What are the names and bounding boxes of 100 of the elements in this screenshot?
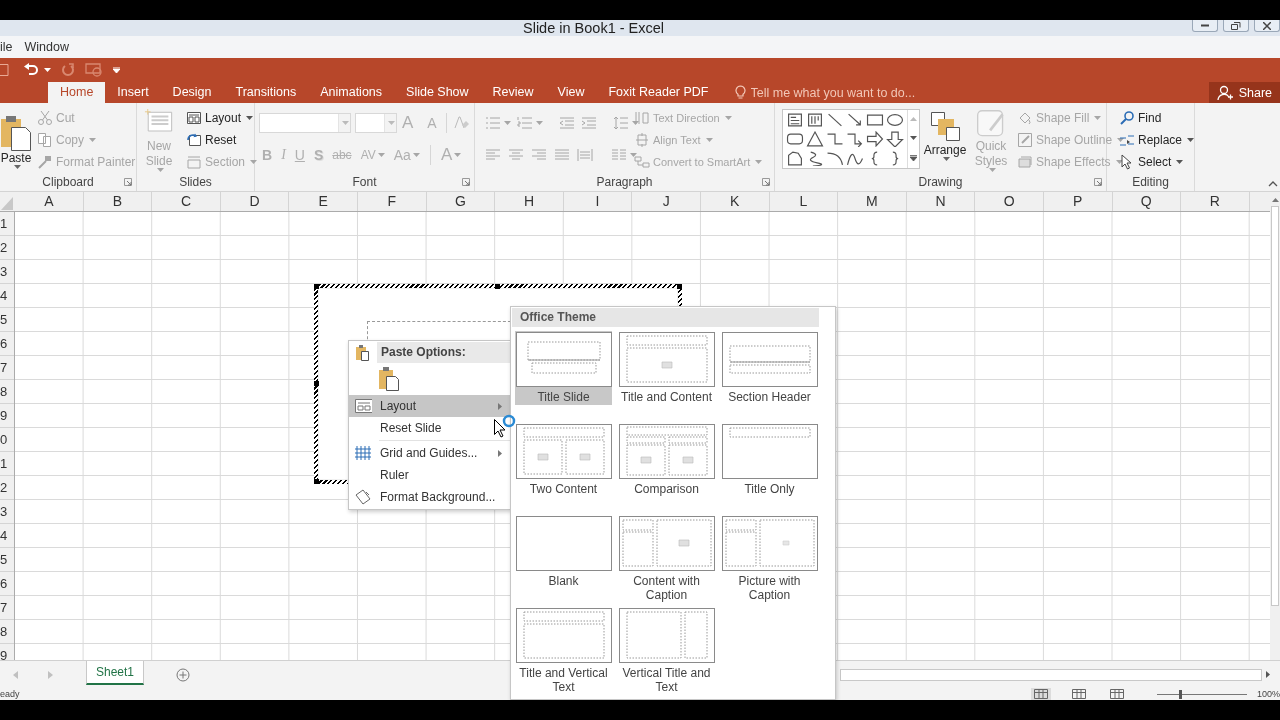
tell-me-field[interactable]: Tell me what you want to do... <box>750 85 951 100</box>
ribbon-tab[interactable]: Foxit Reader PDF <box>596 82 721 103</box>
layout-option[interactable]: Title and Content <box>618 331 715 417</box>
row-header[interactable]: 5 <box>0 308 14 332</box>
sheet-tab[interactable]: Sheet1 <box>86 661 144 685</box>
select-button[interactable]: Select <box>1117 151 1197 173</box>
copy-icon <box>37 132 53 148</box>
row-header[interactable]: 3 <box>0 260 14 284</box>
ribbon-tab[interactable]: Review <box>480 82 546 103</box>
row-header[interactable]: 3 <box>0 500 14 524</box>
column-header[interactable]: M <box>838 192 907 211</box>
column-header[interactable]: O <box>975 192 1044 211</box>
column-header[interactable]: B <box>83 192 153 211</box>
layout-option[interactable]: Comparison <box>618 423 715 509</box>
resize-handle[interactable] <box>677 284 682 289</box>
column-header[interactable]: H <box>495 192 564 211</box>
row-header[interactable]: 1 <box>0 212 14 236</box>
column-header[interactable]: P <box>1043 192 1113 211</box>
column-header[interactable]: G <box>426 192 496 211</box>
minimize-button[interactable] <box>1192 20 1218 32</box>
column-header[interactable]: C <box>152 192 221 211</box>
ribbon-tab[interactable]: Slide Show <box>394 82 481 103</box>
reset-icon <box>186 132 202 148</box>
share-button[interactable]: Share <box>1208 82 1280 103</box>
resize-handle[interactable] <box>314 284 319 289</box>
start-slideshow-button[interactable] <box>83 60 105 80</box>
caret-icon <box>113 67 120 73</box>
font-size-field[interactable] <box>355 113 397 133</box>
ribbon-tab[interactable]: Animations <box>308 82 395 103</box>
paintbrush-icon <box>37 154 53 170</box>
resize-handle[interactable] <box>314 381 319 386</box>
oval-icon <box>886 112 904 128</box>
restore-button[interactable] <box>1223 20 1249 32</box>
row-header[interactable]: 0 <box>0 428 14 452</box>
paste-button[interactable]: Paste <box>0 107 32 174</box>
paste-option-button[interactable] <box>377 365 401 393</box>
layout-option[interactable]: Title and Vertical Text <box>515 607 612 693</box>
column-header[interactable]: I <box>563 192 633 211</box>
layout-button[interactable]: Layout <box>184 107 260 129</box>
row-header[interactable]: 4 <box>0 524 14 548</box>
column-header[interactable]: E <box>289 192 358 211</box>
menu-item[interactable]: Format Background... <box>349 486 510 508</box>
ribbon-tab[interactable]: View <box>545 82 597 103</box>
horizontal-scrollbar[interactable] <box>840 668 1270 681</box>
column-header[interactable]: K <box>700 192 770 211</box>
row-header[interactable]: 7 <box>0 356 14 380</box>
layout-option[interactable]: Title Only <box>721 423 818 509</box>
menu-item[interactable]: Ruler <box>349 464 510 486</box>
normal-view-button[interactable] <box>1030 688 1051 700</box>
status-text: eady <box>0 688 20 700</box>
layout-option[interactable]: Vertical Title and Text <box>618 607 715 693</box>
layout-option[interactable]: Title Slide <box>515 331 612 405</box>
menu-item[interactable]: Reset Slide <box>349 417 510 439</box>
column-header[interactable]: D <box>220 192 290 211</box>
resize-handle[interactable] <box>314 479 319 484</box>
close-button[interactable] <box>1254 20 1280 32</box>
row-header[interactable]: 9 <box>0 404 14 428</box>
column-header[interactable]: A <box>15 192 84 211</box>
row-header[interactable]: 8 <box>0 620 14 644</box>
close-icon <box>1263 21 1271 30</box>
ribbon-tab[interactable]: Insert <box>105 82 161 103</box>
layout-option[interactable]: Blank <box>515 515 612 601</box>
row-header[interactable]: 4 <box>0 284 14 308</box>
font-name-field[interactable] <box>259 113 351 133</box>
menu-item[interactable]: Grid and Guides... <box>349 442 510 464</box>
row-header[interactable]: 6 <box>0 572 14 596</box>
menu-item[interactable]: ile <box>0 40 13 54</box>
column-header[interactable]: N <box>906 192 976 211</box>
layout-option[interactable]: Content with Caption <box>618 515 715 601</box>
caret-icon <box>942 157 950 162</box>
column-header[interactable]: J <box>632 192 701 211</box>
row-header[interactable]: 7 <box>0 596 14 620</box>
vertical-scrollbar[interactable] <box>1270 192 1280 660</box>
layout-option[interactable]: Picture with Caption <box>721 515 818 601</box>
ribbon-tab[interactable]: Design <box>160 82 224 103</box>
column-header[interactable]: L <box>769 192 839 211</box>
ribbon-tab[interactable]: Home <box>48 82 106 103</box>
caret-icon <box>755 160 763 164</box>
row-header[interactable]: 2 <box>0 236 14 260</box>
gallery-heading: Office Theme <box>512 308 819 327</box>
menu-item[interactable]: Window <box>24 40 69 54</box>
caret-icon <box>632 121 639 125</box>
resize-handle[interactable] <box>495 284 500 289</box>
row-header[interactable]: 1 <box>0 452 14 476</box>
reset-button[interactable]: Reset <box>184 129 260 151</box>
layout-option[interactable]: Section Header <box>721 331 818 417</box>
ribbon-tab[interactable]: Transitions <box>223 82 309 103</box>
row-header[interactable]: 8 <box>0 380 14 404</box>
shapes-gallery[interactable] <box>782 109 920 169</box>
row-header[interactable]: 2 <box>0 476 14 500</box>
row-header[interactable]: 6 <box>0 332 14 356</box>
column-header[interactable]: R <box>1181 192 1250 211</box>
column-header[interactable]: F <box>357 192 427 211</box>
arrange-button[interactable]: Arrange <box>923 107 967 174</box>
row-header[interactable]: 5 <box>0 548 14 572</box>
column-header[interactable]: Q <box>1112 192 1182 211</box>
layout-option[interactable]: Two Content <box>515 423 612 509</box>
caret-icon <box>724 116 732 120</box>
menu-item[interactable]: Layout <box>349 395 510 417</box>
new-sheet-button[interactable] <box>176 667 190 682</box>
